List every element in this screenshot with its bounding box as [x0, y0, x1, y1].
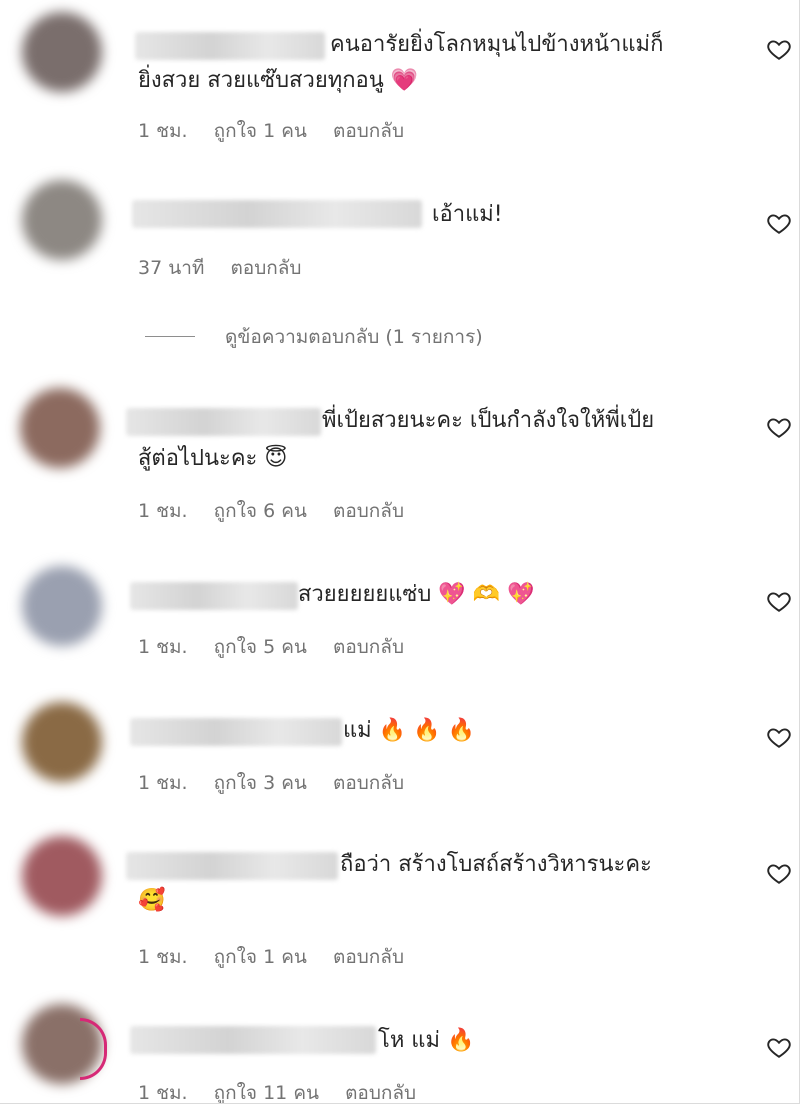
comment-likes[interactable]: ถูกใจ 3 คน	[214, 772, 307, 794]
avatar[interactable]	[22, 12, 102, 92]
comment-likes[interactable]: ถูกใจ 5 คน	[214, 636, 307, 658]
avatar[interactable]	[22, 566, 102, 646]
heart-icon[interactable]	[766, 588, 792, 614]
comment-time: 1 ชม.	[138, 1082, 188, 1104]
comment-likes[interactable]: ถูกใจ 11 คน	[214, 1082, 319, 1104]
username-blurred[interactable]	[130, 1026, 376, 1054]
heart-icon[interactable]	[766, 414, 792, 440]
divider-line	[145, 336, 195, 337]
username-blurred[interactable]	[132, 200, 422, 228]
comment-text: แม่ 🔥 🔥 🔥	[343, 718, 475, 743]
username-blurred[interactable]	[130, 582, 298, 610]
heart-icon[interactable]	[766, 210, 792, 236]
avatar[interactable]	[22, 702, 102, 782]
heart-icon[interactable]	[766, 36, 792, 62]
reply-button[interactable]: ตอบกลับ	[345, 1082, 416, 1104]
view-replies-label[interactable]: ดูข้อความตอบกลับ (1 รายการ)	[225, 322, 483, 352]
reply-button[interactable]: ตอบกลับ	[333, 500, 404, 522]
reply-button[interactable]: ตอบกลับ	[333, 120, 404, 142]
comment-time: 1 ชม.	[138, 120, 188, 142]
reply-button[interactable]: ตอบกลับ	[230, 257, 301, 279]
reply-button[interactable]: ตอบกลับ	[333, 636, 404, 658]
comment-time: 1 ชม.	[138, 636, 188, 658]
comment-likes[interactable]: ถูกใจ 1 คน	[214, 120, 307, 142]
comment-text: เอ้าแม่!	[432, 202, 503, 227]
comment-text: ถือว่า สร้างโบสถ์สร้างวิหารนะคะ	[340, 852, 652, 877]
comment-meta: 1 ชม. ถูกใจ 1 คน ตอบกลับ	[138, 116, 424, 146]
comment-likes[interactable]: ถูกใจ 6 คน	[214, 500, 307, 522]
avatar[interactable]	[22, 180, 102, 260]
comment-likes[interactable]: ถูกใจ 1 คน	[214, 946, 307, 968]
comment-text: พี่เป้ยสวยนะคะ เป็นกำลังใจให้พี่เป้ย	[322, 408, 655, 433]
comment-meta: 1 ชม. ถูกใจ 1 คน ตอบกลับ	[138, 942, 424, 972]
comment-meta: 1 ชม. ถูกใจ 3 คน ตอบกลับ	[138, 768, 424, 798]
username-blurred[interactable]	[126, 408, 321, 436]
comment-meta: 37 นาที ตอบกลับ	[138, 253, 321, 283]
heart-icon[interactable]	[766, 724, 792, 750]
comment-text-line2: ยิ่งสวย สวยแซ๊บสวยทุกอนู 💗	[138, 68, 419, 93]
comment-time: 37 นาที	[138, 257, 205, 279]
comment-text-line2: สู้ต่อไปนะคะ 😇	[138, 446, 288, 471]
comment-text: โห แม่ 🔥	[378, 1028, 475, 1053]
comment-time: 1 ชม.	[138, 500, 188, 522]
username-blurred[interactable]	[130, 718, 342, 746]
reply-button[interactable]: ตอบกลับ	[333, 772, 404, 794]
comment-time: 1 ชม.	[138, 946, 188, 968]
reply-button[interactable]: ตอบกลับ	[333, 946, 404, 968]
avatar[interactable]	[22, 836, 102, 916]
avatar[interactable]	[20, 388, 100, 468]
comment-text: คนอารัยยิ่งโลกหมุนไปข้างหน้าแม่ก็	[330, 32, 664, 57]
comment-text: สวยยยยยแซ่บ 💖 🫶 💖	[298, 582, 535, 607]
heart-icon[interactable]	[766, 860, 792, 886]
username-blurred[interactable]	[126, 852, 338, 880]
comment-time: 1 ชม.	[138, 772, 188, 794]
comment-text-line2: 🥰	[138, 888, 166, 913]
heart-icon[interactable]	[766, 1034, 792, 1060]
story-ring	[80, 1018, 107, 1080]
username-blurred[interactable]	[135, 32, 325, 60]
comment-meta: 1 ชม. ถูกใจ 5 คน ตอบกลับ	[138, 632, 424, 662]
comment-meta: 1 ชม. ถูกใจ 6 คน ตอบกลับ	[138, 496, 424, 526]
